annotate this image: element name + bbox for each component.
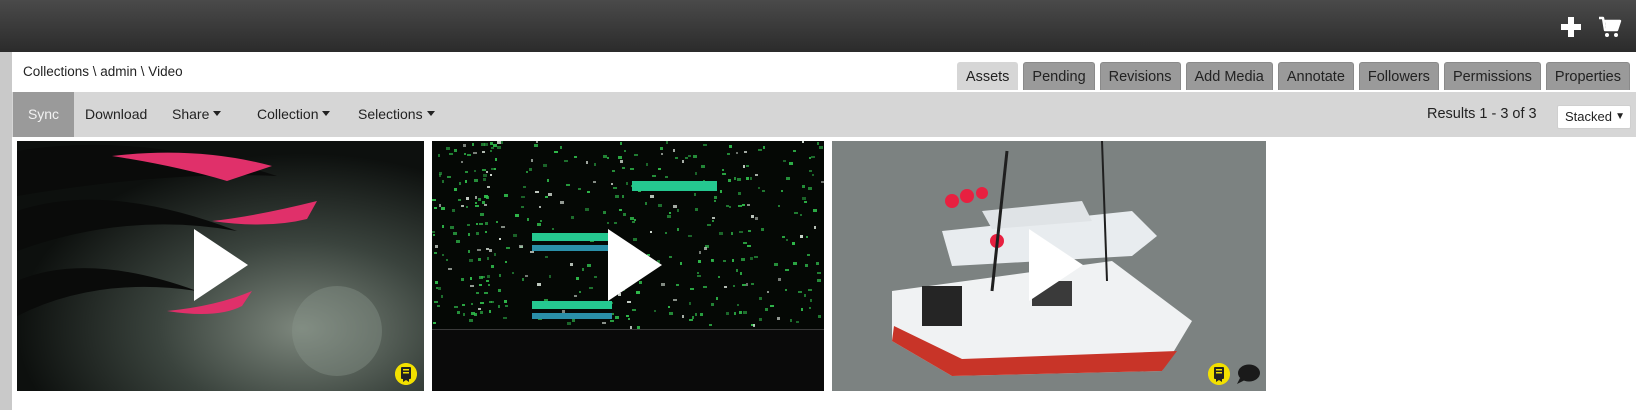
left-edge-strip bbox=[0, 52, 12, 410]
asset-thumbnail[interactable] bbox=[432, 141, 824, 391]
tab-permissions[interactable]: Permissions bbox=[1443, 62, 1541, 90]
tab-revisions[interactable]: Revisions bbox=[1099, 62, 1181, 90]
collection-dropdown[interactable]: Collection bbox=[257, 92, 331, 137]
asset-thumbnail[interactable] bbox=[17, 141, 424, 391]
tab-properties[interactable]: Properties bbox=[1545, 62, 1630, 90]
asset-thumbnail[interactable] bbox=[832, 141, 1266, 391]
collection-label: Collection bbox=[257, 106, 319, 122]
view-mode-value: Stacked bbox=[1565, 109, 1612, 124]
tab-add-media[interactable]: Add Media bbox=[1185, 62, 1273, 90]
tab-assets[interactable]: Assets bbox=[956, 62, 1019, 90]
certificate-icon[interactable] bbox=[395, 363, 417, 385]
tab-followers[interactable]: Followers bbox=[1358, 62, 1439, 90]
asset-tabs: Assets Pending Revisions Add Media Annot… bbox=[956, 62, 1630, 90]
chevron-down-icon bbox=[426, 111, 435, 117]
top-bar bbox=[0, 0, 1636, 52]
play-icon[interactable] bbox=[608, 229, 662, 301]
play-icon[interactable] bbox=[1029, 229, 1083, 301]
toolbar: Sync Download Share Collection Selection… bbox=[12, 92, 1636, 137]
tab-annotate[interactable]: Annotate bbox=[1277, 62, 1354, 90]
selections-dropdown[interactable]: Selections bbox=[358, 92, 435, 137]
chevron-down-icon: ▼ bbox=[1615, 111, 1625, 122]
chevron-down-icon bbox=[213, 111, 222, 117]
tab-pending[interactable]: Pending bbox=[1023, 62, 1095, 90]
sync-button[interactable]: Sync bbox=[13, 92, 74, 137]
cart-icon[interactable] bbox=[1597, 15, 1623, 39]
share-label: Share bbox=[172, 106, 210, 122]
selections-label: Selections bbox=[358, 106, 423, 122]
download-button[interactable]: Download bbox=[85, 92, 147, 137]
collection-header: Collections \ admin \ Video Assets Pendi… bbox=[12, 52, 1636, 92]
plus-icon[interactable] bbox=[1558, 15, 1584, 39]
chevron-down-icon bbox=[322, 111, 331, 117]
results-count: Results 1 - 3 of 3 bbox=[1427, 106, 1537, 122]
share-dropdown[interactable]: Share bbox=[172, 92, 222, 137]
breadcrumb: Collections \ admin \ Video bbox=[23, 64, 183, 79]
certificate-icon[interactable] bbox=[1208, 363, 1230, 385]
view-mode-select[interactable]: Stacked ▼ bbox=[1557, 105, 1631, 129]
comment-icon[interactable] bbox=[1235, 363, 1261, 385]
play-icon[interactable] bbox=[194, 229, 248, 301]
